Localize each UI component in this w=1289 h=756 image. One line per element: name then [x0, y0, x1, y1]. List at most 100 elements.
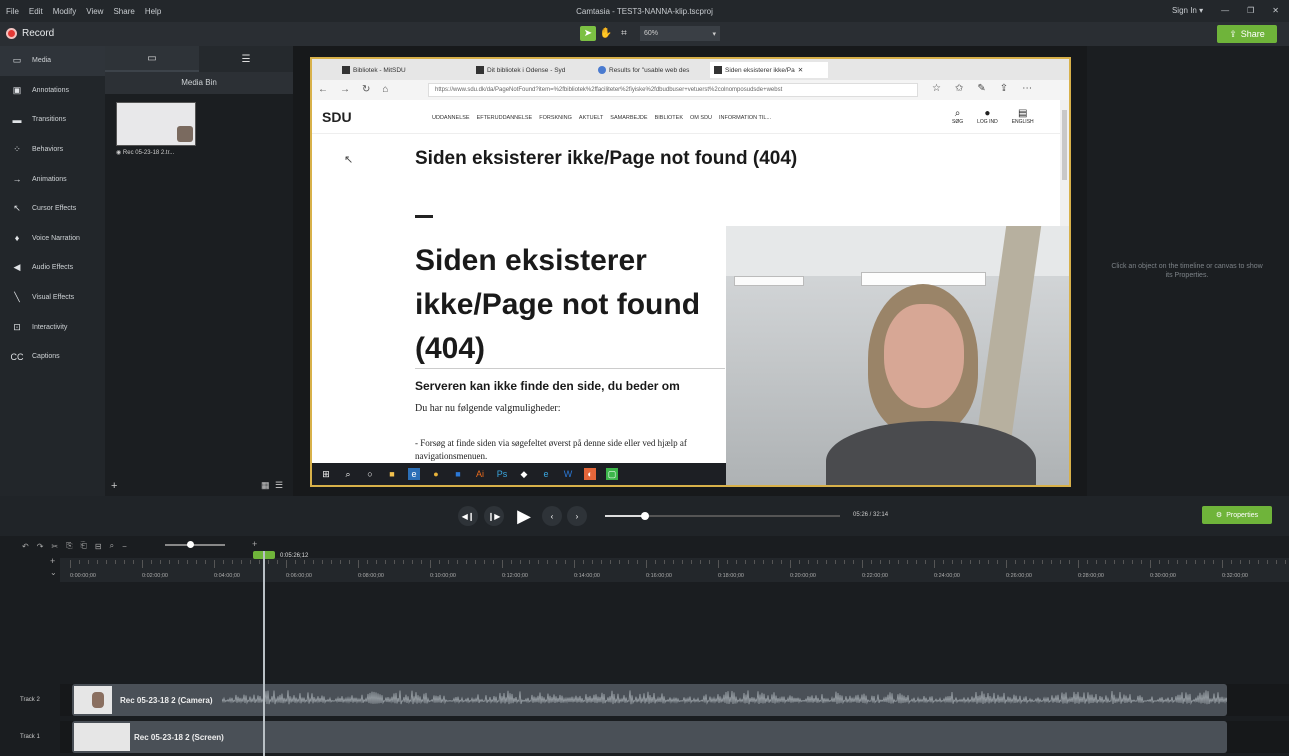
nav-link[interactable]: BIBLIOTEK: [655, 115, 683, 121]
close-icon[interactable]: ✕: [1272, 6, 1279, 15]
photoshop-icon[interactable]: Ps: [496, 468, 508, 480]
windows-start-icon[interactable]: ⊞: [320, 468, 332, 480]
sdu-logo[interactable]: SDU: [322, 109, 352, 125]
grid-view-icon[interactable]: ▦: [261, 480, 270, 491]
english-link[interactable]: ▤ ENGLISH: [1012, 108, 1034, 125]
preview-canvas[interactable]: Bibliotek - MitSDU Dit bibliotek i Odens…: [310, 57, 1071, 487]
pen-icon[interactable]: ✎: [977, 83, 985, 94]
search-icon[interactable]: ⌕: [342, 468, 354, 480]
chrome-icon[interactable]: ●: [430, 468, 442, 480]
tab-library[interactable]: ☰: [199, 46, 293, 72]
crop-tool-icon[interactable]: ⌗: [616, 26, 632, 41]
scrubber-handle[interactable]: [640, 512, 649, 520]
more-icon[interactable]: ⋯: [1022, 83, 1032, 94]
tab-media-bin[interactable]: ▭: [105, 46, 199, 72]
playback-scrubber[interactable]: [605, 512, 840, 520]
cut-icon[interactable]: ✂: [51, 542, 58, 551]
ruler-tick: [916, 560, 917, 564]
sidebar-item-voice-narration[interactable]: ♦ Voice Narration: [0, 224, 105, 254]
add-media-icon[interactable]: +: [111, 480, 117, 492]
forward-icon[interactable]: →: [340, 84, 350, 95]
favorites-icon[interactable]: ✩: [955, 83, 963, 94]
cortana-icon[interactable]: ○: [364, 468, 376, 480]
ie-icon[interactable]: e: [540, 468, 552, 480]
maximize-icon[interactable]: ❐: [1247, 6, 1254, 15]
word-icon[interactable]: W: [562, 468, 574, 480]
nav-link[interactable]: AKTUELT: [579, 115, 603, 121]
record-button[interactable]: Record: [6, 28, 54, 39]
collapse-icon[interactable]: ⌄: [50, 568, 57, 577]
sidebar-item-captions[interactable]: CC Captions: [0, 342, 105, 372]
pan-tool-icon[interactable]: ✋: [598, 26, 614, 41]
star-icon[interactable]: ☆: [932, 83, 941, 94]
back-icon[interactable]: ←: [318, 84, 328, 95]
nav-link[interactable]: EFTERUDDANNELSE: [477, 115, 533, 121]
copy-icon[interactable]: ⎘: [66, 541, 72, 551]
properties-panel: Click an object on the timeline or canva…: [1087, 46, 1289, 496]
media-thumbnail[interactable]: [116, 102, 196, 146]
snagit-icon[interactable]: ◐: [584, 468, 596, 480]
illustrator-icon[interactable]: Ai: [474, 468, 486, 480]
browser-tab[interactable]: Results for "usable web des: [594, 62, 709, 78]
redo-icon[interactable]: ↷: [37, 542, 44, 551]
split-icon[interactable]: ⊟: [95, 542, 102, 551]
step-back-icon[interactable]: ◀❙: [458, 506, 478, 526]
playhead-line[interactable]: [263, 551, 265, 756]
next-icon[interactable]: ›: [567, 506, 587, 526]
refresh-icon[interactable]: ↻: [362, 84, 370, 95]
ruler-tick: [1213, 560, 1214, 564]
sidebar-item-media[interactable]: ▭ Media: [0, 46, 105, 76]
ruler-tick: [574, 560, 575, 568]
undo-icon[interactable]: ↶: [22, 542, 29, 551]
previous-icon[interactable]: ‹: [542, 506, 562, 526]
sidebar-item-transitions[interactable]: ▬ Transitions: [0, 105, 105, 135]
browser-tab[interactable]: Dit bibliotek i Odense - Syd: [472, 62, 592, 78]
browser-tab-active[interactable]: Siden eksisterer ikke/Pa ✕: [710, 62, 828, 78]
home-icon[interactable]: ⌂: [382, 84, 388, 95]
sidebar-item-cursor-effects[interactable]: ↖ Cursor Effects: [0, 194, 105, 224]
paste-icon[interactable]: ⎗: [81, 541, 87, 551]
webcam-overlay[interactable]: [726, 226, 1069, 485]
sidebar-item-interactivity[interactable]: ⊡ Interactivity: [0, 312, 105, 342]
sidebar-item-visual-effects[interactable]: ╲ Visual Effects: [0, 283, 105, 313]
share-page-icon[interactable]: ⇪: [1000, 83, 1008, 94]
zoom-icon[interactable]: ⌕: [110, 541, 114, 551]
sidebar-item-animations[interactable]: → Animations: [0, 164, 105, 194]
sign-in-button[interactable]: Sign In ▾: [1172, 6, 1203, 15]
minimize-icon[interactable]: —: [1221, 6, 1229, 15]
sidebar-item-annotations[interactable]: ▣ Annotations: [0, 76, 105, 106]
sidebar-item-behaviors[interactable]: ⁘ Behaviors: [0, 135, 105, 165]
search-link[interactable]: ⌕ SØG: [952, 108, 963, 125]
address-bar: ← → ↻ ⌂ https://www.sdu.dk/da/PageNotFound?…: [312, 80, 1069, 100]
login-link[interactable]: ● LOG IND: [977, 108, 998, 125]
add-track-icon[interactable]: +: [50, 556, 55, 566]
nav-link[interactable]: UDDANNELSE: [432, 115, 470, 121]
paint-icon[interactable]: ◆: [518, 468, 530, 480]
pointer-tool-icon[interactable]: ➤: [580, 26, 596, 41]
outlook-icon[interactable]: ■: [452, 468, 464, 480]
share-button[interactable]: ⇪ Share: [1217, 25, 1277, 43]
time-ruler[interactable]: 0:00:00;00 0:02:00;00 0:04:00;00 0:06:00;00…: [60, 558, 1289, 582]
nav-link[interactable]: SAMARBEJDE: [610, 115, 647, 121]
camera-clip[interactable]: Rec 05-23-18 2 (Camera): [72, 684, 1227, 716]
play-icon[interactable]: ▶: [512, 504, 536, 528]
nav-link[interactable]: OM SDU: [690, 115, 712, 121]
camtasia-icon[interactable]: ▢: [606, 468, 618, 480]
nav-link[interactable]: FORSKNING: [539, 115, 572, 121]
nav-link[interactable]: INFORMATION TIL...: [719, 115, 771, 121]
screen-clip[interactable]: Rec 05-23-18 2 (Screen): [72, 721, 1227, 753]
zoom-select[interactable]: 60% ▾: [640, 26, 720, 41]
close-tab-icon[interactable]: ✕: [798, 66, 803, 74]
url-field[interactable]: https://www.sdu.dk/da/PageNotFound?item=…: [428, 83, 918, 97]
edge-icon[interactable]: e: [408, 468, 420, 480]
sidebar-item-audio-effects[interactable]: ◀ Audio Effects: [0, 253, 105, 283]
timeline-zoom-slider[interactable]: [165, 541, 225, 548]
step-forward-icon[interactable]: ❙▶: [484, 506, 504, 526]
list-view-icon[interactable]: ☰: [275, 480, 283, 491]
zoom-in-icon[interactable]: +: [252, 539, 257, 549]
browser-tab[interactable]: Bibliotek - MitSDU: [338, 62, 458, 78]
zoom-out-icon[interactable]: −: [122, 542, 127, 551]
folder-icon[interactable]: ■: [386, 468, 398, 480]
properties-button[interactable]: ⚙ Properties: [1202, 506, 1272, 524]
ruler-tick: [655, 560, 656, 564]
